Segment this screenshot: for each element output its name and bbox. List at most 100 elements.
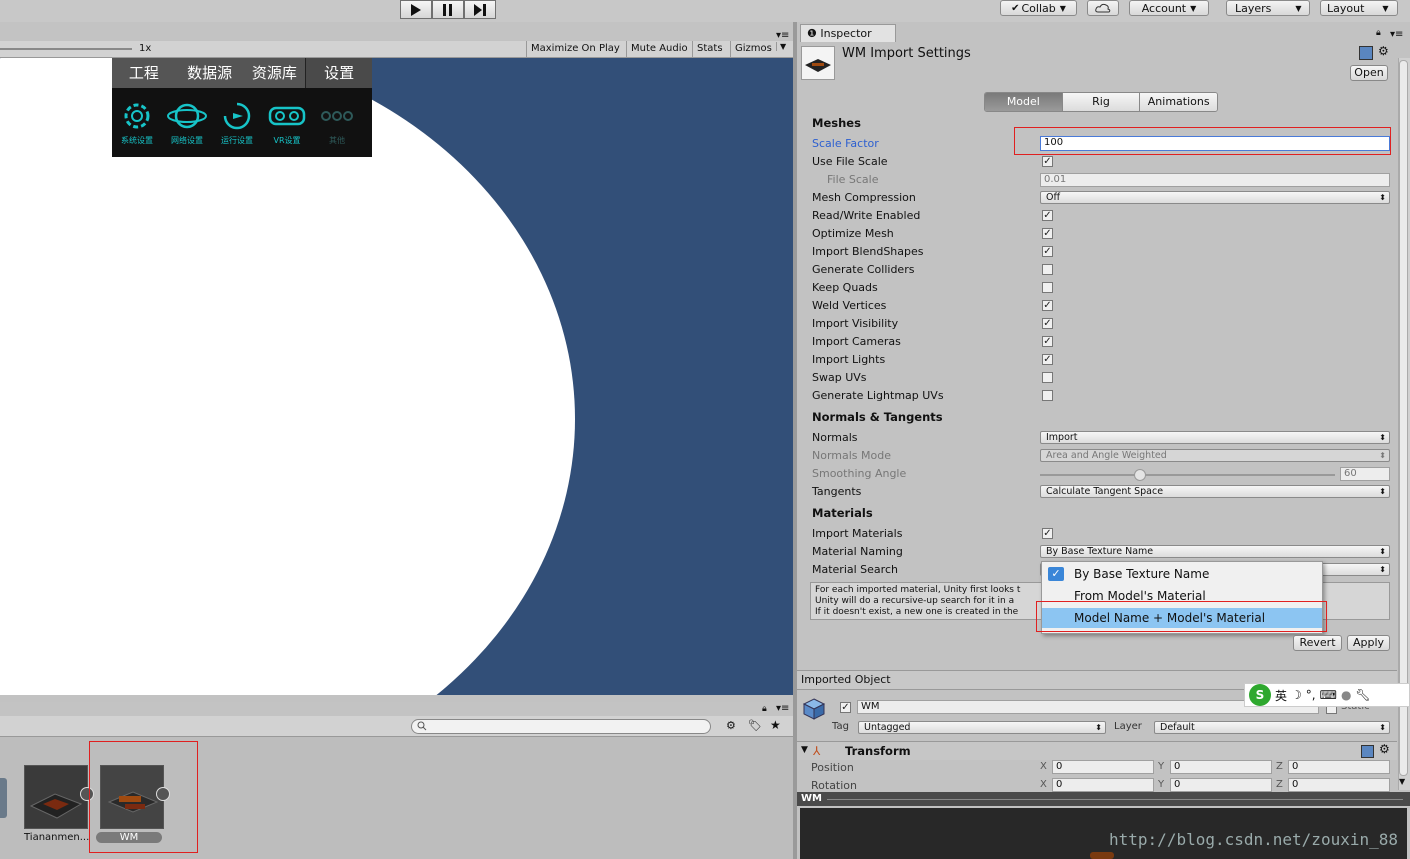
option-checkbox[interactable] bbox=[1042, 282, 1053, 293]
menu-item-other[interactable]: 其他 bbox=[312, 89, 362, 157]
asset-item[interactable]: Tiananmen... bbox=[24, 765, 89, 843]
maximize-on-play-toggle[interactable]: Maximize On Play bbox=[526, 41, 624, 57]
step-button[interactable] bbox=[464, 0, 496, 19]
star-icon[interactable]: ★ bbox=[770, 718, 781, 732]
popup-option[interactable]: ✓ By Base Texture Name bbox=[1042, 564, 1322, 584]
inspector-scroll-thumb[interactable] bbox=[1399, 60, 1408, 776]
folder-thumb-partial[interactable] bbox=[0, 778, 7, 818]
help-book-icon[interactable] bbox=[1361, 745, 1374, 758]
option-checkbox[interactable]: ✓ bbox=[1042, 300, 1053, 311]
option-checkbox[interactable] bbox=[1042, 264, 1053, 275]
ime-language[interactable]: 英 bbox=[1275, 687, 1287, 704]
layout-dropdown[interactable]: Layout ▼ bbox=[1320, 0, 1398, 16]
normals-dropdown[interactable]: Import ⬍ bbox=[1040, 431, 1390, 444]
option-checkbox[interactable]: ✓ bbox=[1042, 318, 1053, 329]
gizmos-dropdown-icon[interactable]: ▼ bbox=[776, 42, 786, 51]
user-icon[interactable]: ● bbox=[1341, 688, 1351, 702]
play-button[interactable] bbox=[400, 0, 432, 19]
vector-field[interactable]: 0 bbox=[1170, 760, 1272, 774]
menu-tab-project[interactable]: 工程 bbox=[112, 58, 176, 88]
transform-header[interactable]: ▼ ⅄ Transform ⚙ bbox=[797, 741, 1397, 760]
lock-icon[interactable]: 🔒︎ bbox=[762, 704, 767, 714]
globe-icon bbox=[167, 103, 207, 129]
dropdown-arrow-icon: ⬍ bbox=[1379, 193, 1386, 202]
import-tabs: Model Rig Animations bbox=[984, 92, 1218, 112]
expand-arrow-icon[interactable] bbox=[156, 787, 170, 801]
cloud-button[interactable] bbox=[1087, 0, 1119, 16]
option-label: Keep Quads bbox=[812, 281, 878, 294]
stats-toggle[interactable]: Stats bbox=[692, 41, 727, 57]
inspector-tab[interactable]: ❶ Inspector bbox=[800, 24, 896, 42]
mute-audio-toggle[interactable]: Mute Audio bbox=[626, 41, 692, 57]
gizmos-toggle[interactable]: Gizmos bbox=[730, 41, 776, 57]
panel-menu-icon[interactable]: ▾≡ bbox=[1390, 29, 1403, 40]
option-label: Generate Colliders bbox=[812, 263, 915, 276]
scroll-down-icon[interactable]: ▼ bbox=[1399, 777, 1405, 786]
import-materials-checkbox[interactable]: ✓ bbox=[1042, 528, 1053, 539]
gear-icon[interactable]: ⚙ bbox=[1378, 44, 1389, 58]
vector-field[interactable]: 0 bbox=[1288, 760, 1390, 774]
tab-model[interactable]: Model bbox=[985, 93, 1062, 111]
tab-animations[interactable]: Animations bbox=[1139, 93, 1217, 111]
tab-rig[interactable]: Rig bbox=[1061, 93, 1140, 111]
mesh-compression-dropdown[interactable]: Off ⬍ bbox=[1040, 191, 1390, 204]
option-checkbox[interactable]: ✓ bbox=[1042, 246, 1053, 257]
open-button[interactable]: Open bbox=[1350, 65, 1388, 81]
active-checkbox[interactable]: ✓ bbox=[840, 702, 851, 713]
layers-dropdown[interactable]: Layers ▼ bbox=[1226, 0, 1310, 16]
project-search-input[interactable] bbox=[411, 719, 711, 734]
panel-menu-icon[interactable]: ▾≡ bbox=[776, 30, 789, 41]
material-naming-dropdown[interactable]: By Base Texture Name ⬍ bbox=[1040, 545, 1390, 558]
scale-factor-field[interactable]: 100 bbox=[1040, 136, 1390, 151]
option-checkbox[interactable]: ✓ bbox=[1042, 354, 1053, 365]
option-checkbox[interactable]: ✓ bbox=[1042, 228, 1053, 239]
option-checkbox[interactable] bbox=[1042, 390, 1053, 401]
revert-button[interactable]: Revert bbox=[1293, 635, 1342, 651]
asset-preview-icon bbox=[801, 46, 835, 80]
pause-button[interactable] bbox=[432, 0, 464, 19]
smoothing-slider-thumb bbox=[1134, 469, 1146, 481]
menu-tab-library[interactable]: 资源库 bbox=[243, 58, 305, 88]
menu-item-run[interactable]: 运行设置 bbox=[212, 89, 262, 157]
moon-icon[interactable]: ☽ bbox=[1291, 688, 1302, 702]
help-book-icon[interactable] bbox=[1359, 46, 1373, 60]
option-checkbox[interactable] bbox=[1042, 372, 1053, 383]
vector-field[interactable]: 0 bbox=[1052, 778, 1154, 792]
vector-field[interactable]: 0 bbox=[1288, 778, 1390, 792]
punctuation-icon[interactable]: °, bbox=[1306, 688, 1316, 702]
material-search-label: Material Search bbox=[812, 563, 898, 576]
preview-model bbox=[1090, 852, 1114, 859]
preview-drag-handle[interactable] bbox=[827, 799, 1403, 800]
menu-item-system[interactable]: 系统设置 bbox=[112, 89, 162, 157]
tag-icon[interactable]: 🏷︎ bbox=[748, 719, 762, 732]
account-button[interactable]: Account ▼ bbox=[1129, 0, 1209, 16]
panel-menu-icon[interactable]: ▾≡ bbox=[776, 703, 789, 714]
scale-slider[interactable] bbox=[0, 48, 132, 50]
normals-header: Normals & Tangents bbox=[812, 410, 943, 424]
filter-type-icon[interactable]: ⚙ bbox=[726, 719, 736, 732]
option-checkbox[interactable]: ✓ bbox=[1042, 336, 1053, 347]
sogou-logo-icon[interactable]: S bbox=[1249, 684, 1271, 706]
axis-label: Z bbox=[1276, 779, 1283, 790]
menu-tab-datasource[interactable]: 数据源 bbox=[176, 58, 244, 88]
lock-icon[interactable]: 🔒︎ bbox=[1376, 28, 1381, 38]
menu-tab-settings[interactable]: 设置 bbox=[305, 58, 372, 88]
keyboard-icon[interactable]: ⌨ bbox=[1320, 688, 1337, 702]
option-checkbox[interactable]: ✓ bbox=[1042, 210, 1053, 221]
asset-item-selected[interactable]: WM bbox=[96, 765, 164, 843]
layer-dropdown[interactable]: Default ⬍ bbox=[1154, 721, 1390, 734]
apply-button[interactable]: Apply bbox=[1347, 635, 1390, 651]
use-file-scale-checkbox[interactable]: ✓ bbox=[1042, 156, 1053, 167]
vector-field[interactable]: 0 bbox=[1170, 778, 1272, 792]
tangents-dropdown[interactable]: Calculate Tangent Space ⬍ bbox=[1040, 485, 1390, 498]
menu-item-vr[interactable]: VR设置 bbox=[262, 89, 312, 157]
gear-icon[interactable]: ⚙ bbox=[1379, 742, 1390, 756]
vector-field[interactable]: 0 bbox=[1052, 760, 1154, 774]
tag-dropdown[interactable]: Untagged ⬍ bbox=[858, 721, 1106, 734]
highlight-box bbox=[1036, 601, 1327, 632]
game-tab-strip bbox=[0, 22, 793, 40]
menu-item-network[interactable]: 网络设置 bbox=[162, 89, 212, 157]
wrench-icon[interactable]: 🔧︎ bbox=[1355, 688, 1370, 702]
preview-title: WM bbox=[801, 793, 822, 804]
collab-button[interactable]: ✔ Collab ▼ bbox=[1000, 0, 1077, 16]
